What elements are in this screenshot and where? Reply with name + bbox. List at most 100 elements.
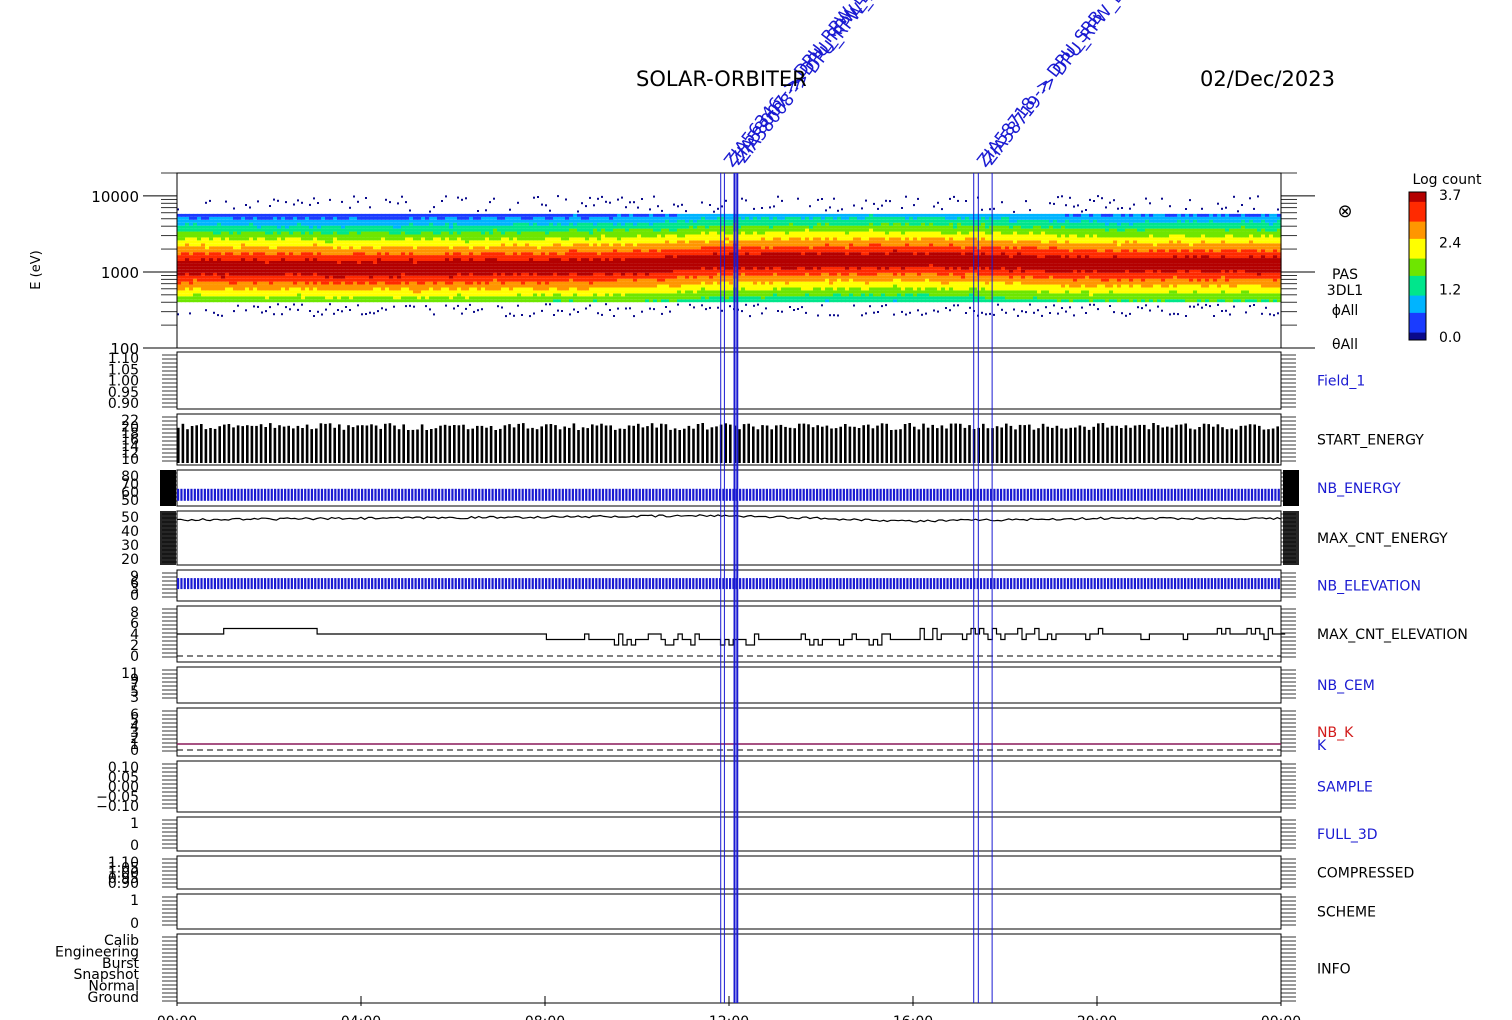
spectrogram-cell xyxy=(709,278,714,282)
spectrogram-cell xyxy=(629,222,634,226)
spectrogram-cell xyxy=(181,269,186,273)
spectrogram-cell xyxy=(205,255,210,259)
spectrogram-cell xyxy=(793,255,798,259)
spectrogram-cell xyxy=(481,260,486,264)
spectrogram-cell xyxy=(485,275,490,279)
spectrogram-speck xyxy=(633,201,635,204)
spectrogram-cell xyxy=(509,249,514,253)
spectrogram-cell xyxy=(781,249,786,253)
spectrogram-cell xyxy=(333,225,338,229)
spectrogram-cell xyxy=(449,234,454,238)
spectrogram-cell xyxy=(253,269,258,273)
spectrogram-cell xyxy=(593,255,598,259)
spectrogram-cell xyxy=(549,243,554,247)
spectrogram-cell xyxy=(181,281,186,285)
spectrogram-cell xyxy=(465,222,470,226)
spectrogram-cell xyxy=(661,222,666,226)
spectrogram-cell xyxy=(781,293,786,297)
spectrogram-cell xyxy=(605,287,610,291)
spectrogram-cell xyxy=(353,269,358,273)
spectrogram-cell xyxy=(217,249,222,253)
spectrogram-cell xyxy=(177,252,182,256)
spectrogram-cell xyxy=(413,234,418,238)
spectrogram-cell xyxy=(617,272,622,276)
spectrogram-cell xyxy=(597,281,602,285)
spectrogram-cell xyxy=(581,252,586,256)
spectrogram-cell xyxy=(641,225,646,229)
spectrogram-cell xyxy=(225,287,230,291)
spectrogram-cell xyxy=(637,284,642,288)
spectrogram-cell xyxy=(321,290,326,294)
spectrogram-speck xyxy=(533,312,535,315)
spectrogram-cell xyxy=(361,272,366,276)
spectrogram-cell xyxy=(253,228,258,232)
spectrogram-cell xyxy=(437,299,442,303)
spectrogram-cell xyxy=(497,281,502,285)
spectrogram-cell xyxy=(781,252,786,256)
spectrogram-cell xyxy=(245,240,250,244)
spectrogram-cell xyxy=(585,284,590,288)
spectrogram-cell xyxy=(349,252,354,256)
spectrogram-cell xyxy=(197,246,202,250)
spectrogram-cell xyxy=(505,234,510,238)
spectrogram-cell xyxy=(669,228,674,232)
spectrogram-cell xyxy=(505,243,510,247)
spectrogram-cell xyxy=(609,272,614,276)
spectrogram-cell xyxy=(213,296,218,300)
spectrogram-cell xyxy=(741,275,746,279)
spectrogram-cell xyxy=(761,266,766,270)
spectrogram-cell xyxy=(533,269,538,273)
spectrogram-cell xyxy=(657,213,662,217)
spectrogram-cell xyxy=(377,296,382,300)
spectrogram-cell xyxy=(813,269,818,273)
spectrogram-cell xyxy=(553,249,558,253)
spectrogram-speck xyxy=(329,303,331,306)
spectrogram-cell xyxy=(789,272,794,276)
spectrogram-cell xyxy=(509,222,514,226)
spectrogram-cell xyxy=(477,260,482,264)
spectrogram-cell xyxy=(581,278,586,282)
spectrogram-cell xyxy=(513,216,518,220)
spectrogram-cell xyxy=(621,219,626,223)
spectrogram-cell xyxy=(713,219,718,223)
spectrogram-cell xyxy=(633,269,638,273)
spectrogram-cell xyxy=(253,299,258,303)
spectrogram-cell xyxy=(721,296,726,300)
spectrogram-cell xyxy=(473,299,478,303)
spectrogram-cell xyxy=(493,252,498,256)
spectrogram-cell xyxy=(449,213,454,217)
spectrogram-cell xyxy=(321,293,326,297)
spectrogram-cell xyxy=(673,263,678,267)
spectrogram-speck xyxy=(661,209,663,212)
spectrogram-cell xyxy=(561,237,566,241)
spectrogram-cell xyxy=(545,228,550,232)
spectrogram-cell xyxy=(377,258,382,261)
spectrogram-speck xyxy=(289,308,291,311)
spectrogram-speck xyxy=(573,308,575,311)
spectrogram-cell xyxy=(561,228,566,232)
spectrogram-cell xyxy=(237,269,242,273)
spectrogram-cell xyxy=(793,240,798,244)
spectrogram-cell xyxy=(809,222,814,226)
spectrogram-cell xyxy=(261,255,266,259)
spectrogram-cell xyxy=(205,231,210,235)
spectrogram-cell xyxy=(601,266,606,270)
spectrogram-cell xyxy=(677,296,682,300)
spectrogram-cell xyxy=(265,246,270,250)
spectrogram-cell xyxy=(393,216,398,220)
spectrogram-cell xyxy=(321,255,326,259)
spectrogram-speck xyxy=(557,195,559,198)
spectrogram-cell xyxy=(497,293,502,297)
spectrogram-cell xyxy=(517,225,522,229)
spectrogram-cell xyxy=(705,272,710,276)
spectrogram-cell xyxy=(405,237,410,241)
spectrogram-cell xyxy=(337,281,342,285)
spectrogram-cell xyxy=(569,219,574,223)
spectrogram-cell xyxy=(269,228,274,232)
spectrogram-cell xyxy=(217,213,222,217)
spectrogram-cell xyxy=(613,240,618,244)
spectrogram-cell xyxy=(461,263,466,267)
spectrogram-cell xyxy=(605,243,610,247)
spectrogram-cell xyxy=(809,284,814,288)
spectrogram-cell xyxy=(181,296,186,300)
